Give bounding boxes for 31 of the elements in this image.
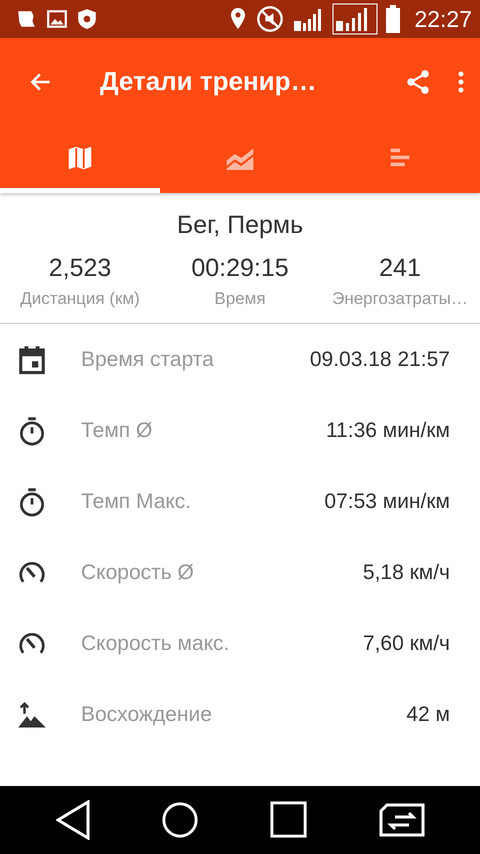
detail-label: Время старта	[81, 348, 215, 372]
battery-icon	[386, 5, 400, 33]
stat-value: 241	[379, 254, 421, 283]
stat-value: 2,523	[48, 254, 112, 283]
detail-label: Восхождение	[81, 702, 213, 726]
more-icon	[458, 70, 464, 94]
stat-label: Энергозатраты…	[332, 289, 468, 309]
detail-label: Темп Макс.	[81, 490, 192, 514]
calendar-icon	[17, 344, 47, 374]
stat-label: Дистанция (км)	[20, 289, 140, 309]
activity-title: Бег, Пермь	[176, 211, 304, 240]
screen-title: Детали тренир…	[100, 66, 318, 97]
detail-value: 7,60 км/ч	[362, 632, 450, 656]
stat-label: Время	[214, 289, 266, 309]
shield-icon	[76, 8, 98, 30]
detail-value: 07:53 мин/км	[324, 490, 450, 514]
detail-value: 5,18 км/ч	[362, 560, 450, 584]
signal-icon	[332, 3, 378, 35]
stat-value: 00:29:15	[191, 254, 289, 283]
mountain-icon	[17, 700, 47, 730]
detail-label: Темп Ø	[81, 418, 154, 442]
detail-value: 42 м	[406, 702, 450, 726]
stopwatch-icon	[17, 486, 47, 516]
detail-value: 11:36 мин/км	[326, 418, 450, 442]
clock: 22:27	[414, 6, 472, 32]
detail-label: Скорость макс.	[81, 632, 230, 656]
detail-label: Скорость Ø	[81, 560, 195, 584]
detail-value: 09.03.18 21:57	[310, 348, 450, 372]
stopwatch-icon	[17, 416, 47, 446]
image-icon	[46, 8, 68, 30]
mute-icon	[256, 5, 284, 33]
